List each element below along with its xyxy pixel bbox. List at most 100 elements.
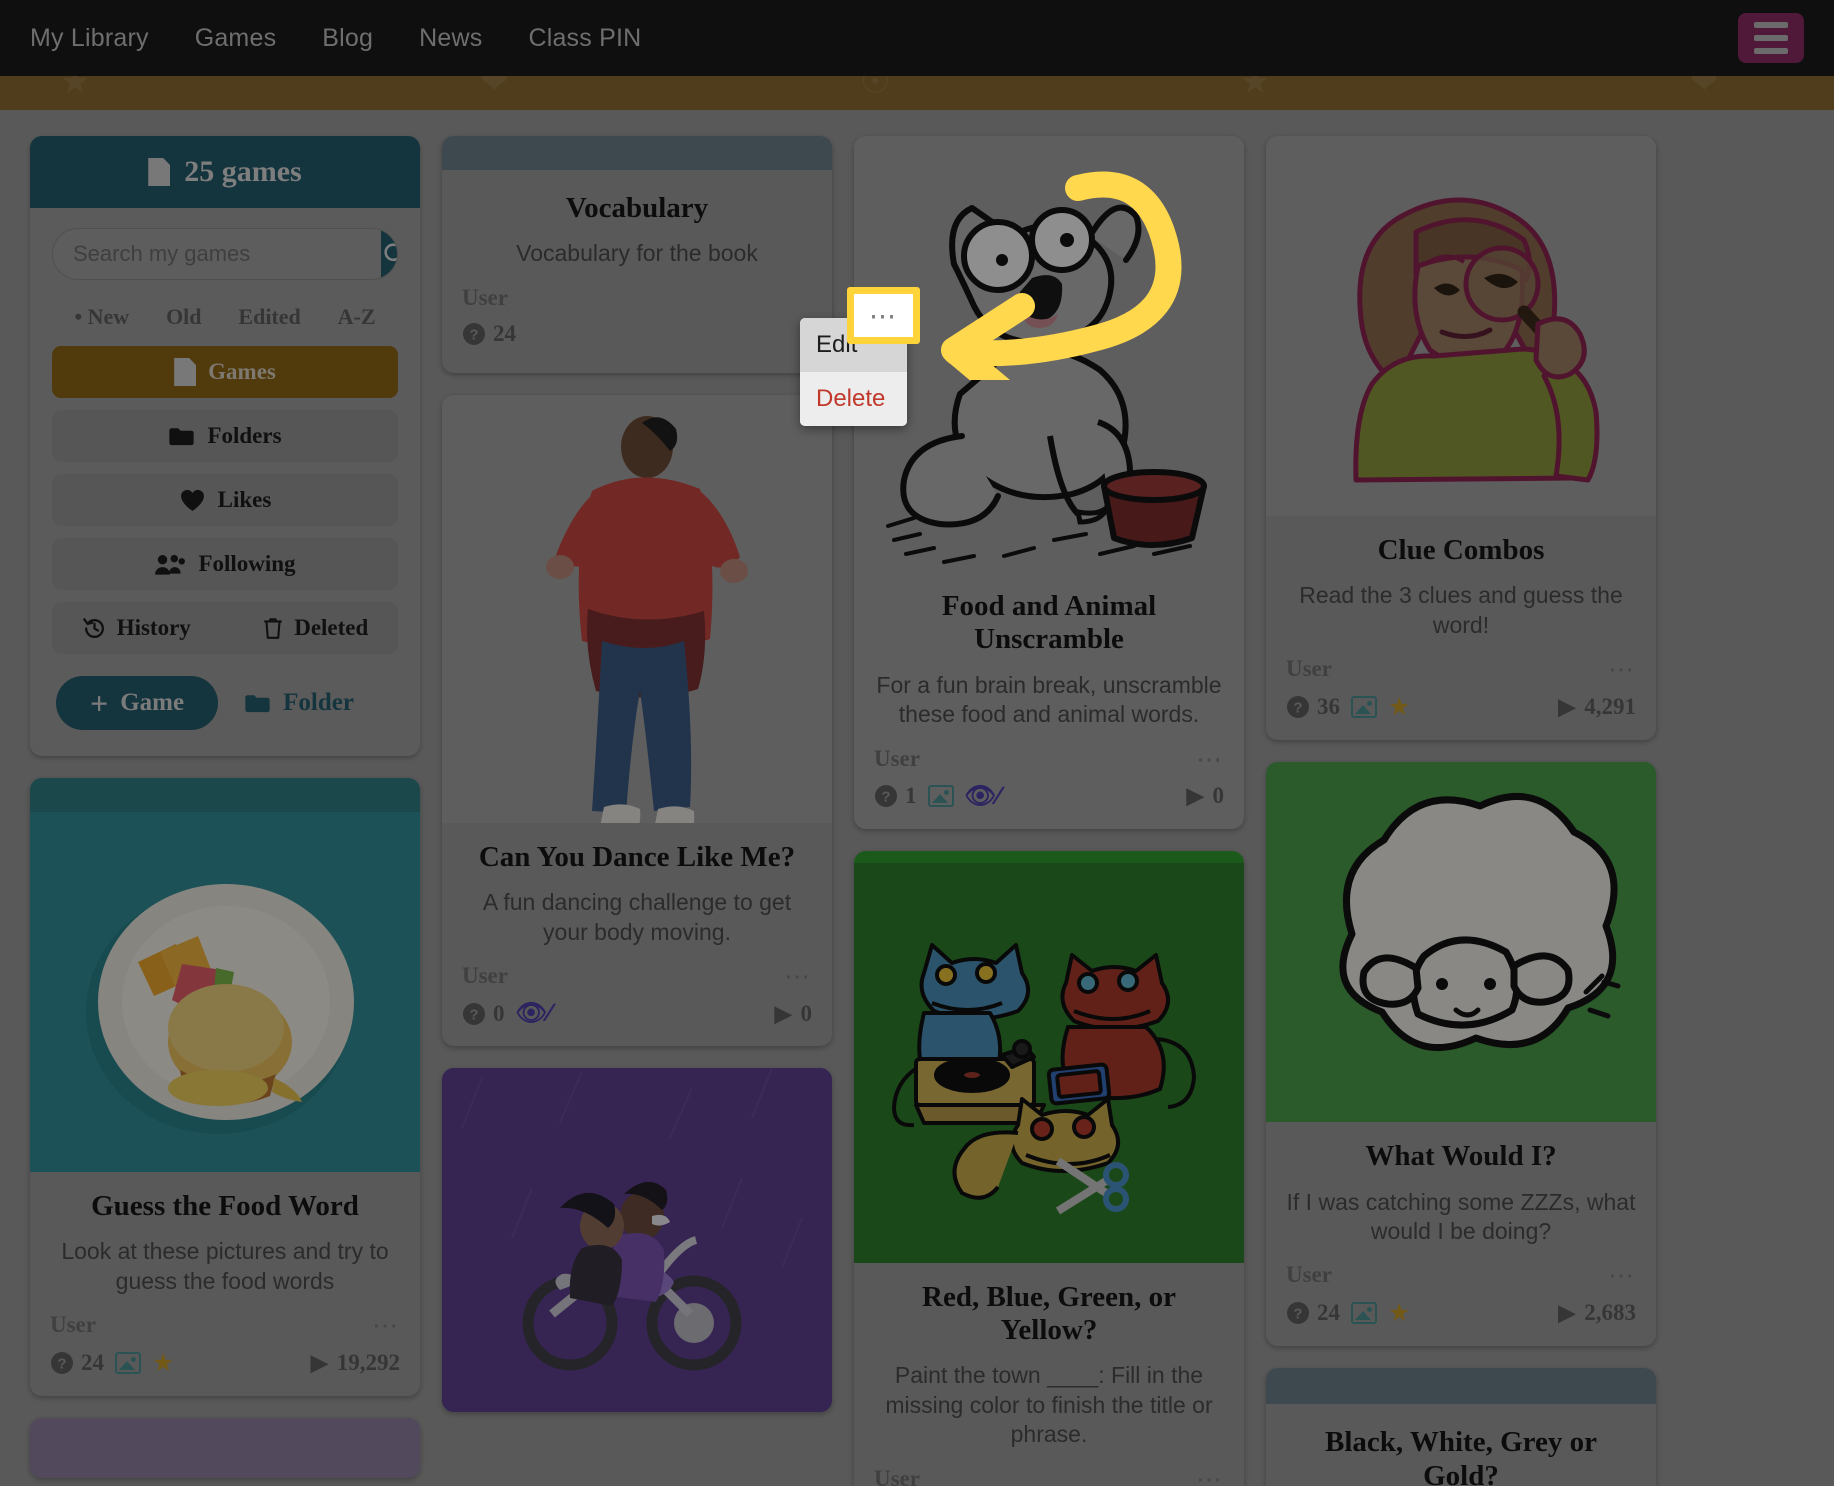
game-card-partial-bottom[interactable] [30, 1418, 420, 1479]
new-game-button[interactable]: + Game [56, 676, 219, 730]
sort-edited[interactable]: Edited [238, 304, 300, 330]
sort-new[interactable]: New [74, 304, 130, 330]
card-author: User [874, 745, 920, 771]
has-images-icon [1351, 696, 1377, 719]
nav-link-news[interactable]: News [419, 24, 482, 53]
card-top-bar [442, 136, 832, 170]
new-folder-button[interactable]: Folder [244, 689, 354, 717]
card-description: Vocabulary for the book [516, 240, 758, 267]
menu-icon-bar [1754, 35, 1788, 41]
sidebar-header: 25 games [30, 136, 420, 208]
sidebar-item-games[interactable]: Games [52, 346, 398, 398]
hamburger-menu-button[interactable] [1738, 13, 1804, 63]
card-top-bar [854, 850, 1244, 863]
star-deco-icon: ★ [60, 76, 91, 101]
top-navigation-bar: My Library Games Blog News Class PIN [0, 0, 1834, 76]
card-title: Can You Dance Like Me? [478, 840, 796, 873]
document-icon [174, 358, 197, 386]
question-circle-icon: ? [463, 1002, 485, 1025]
play-count-value: 2,683 [1584, 1300, 1636, 1326]
game-card-can-you-dance-like-me[interactable]: Can You Dance Like Me? A fun dancing cha… [442, 394, 832, 1046]
sidebar-item-folders[interactable]: Folders [52, 410, 398, 462]
question-circle-icon: ? [875, 785, 897, 808]
heart-deco-icon: ❤ [1690, 76, 1719, 101]
sidebar-item-label: Folders [207, 423, 282, 448]
card-description: If I was catching some ZZZs, what would … [1286, 1188, 1636, 1244]
game-card-what-would-i[interactable]: What Would I? If I was catching some ZZZ… [1266, 762, 1656, 1347]
svg-text:?: ? [1293, 700, 1302, 717]
play-icon: ▶ [1186, 783, 1204, 809]
card-question-count: ? 36 [1286, 694, 1340, 720]
card-description: For a fun brain break, unscramble these … [876, 671, 1222, 728]
card-author: User [1286, 656, 1332, 682]
question-circle-icon: ? [51, 1352, 73, 1375]
search-icon [384, 243, 397, 262]
private-eye-off-icon: 👁∕ [515, 999, 552, 1027]
card-options-button[interactable]: ⋯ [1608, 1262, 1636, 1288]
search-input[interactable] [53, 229, 381, 279]
game-card-vocabulary[interactable]: Vocabulary Vocabulary for the book User … [442, 136, 832, 373]
sort-old[interactable]: Old [166, 304, 201, 330]
nav-link-games[interactable]: Games [195, 24, 277, 53]
sort-options: New Old Edited A-Z [52, 294, 398, 346]
card-title: Vocabulary [565, 192, 709, 224]
card-title: What Would I? [1365, 1140, 1557, 1173]
card-options-button[interactable]: ⋯ [372, 1312, 400, 1338]
column-1: 25 games New Old [30, 136, 420, 1479]
sidebar-item-likes[interactable]: Likes [52, 474, 398, 526]
highlighted-card-options-button[interactable]: ⋯ [847, 287, 920, 344]
question-count-value: 1 [905, 783, 917, 809]
context-menu-delete[interactable]: Delete [800, 372, 907, 426]
card-title: Guess the Food Word [91, 1190, 359, 1222]
card-play-count: ▶ 4,291 [1558, 694, 1636, 720]
sidebar-item-following[interactable]: Following [52, 538, 398, 590]
has-images-icon [115, 1352, 141, 1375]
game-card-black-white-grey-or-gold[interactable]: Black, White, Grey or Gold? [1266, 1368, 1656, 1486]
nav-link-my-library[interactable]: My Library [30, 24, 149, 53]
sidebar-item-history[interactable]: History [82, 615, 191, 641]
sidebar-item-label: Games [208, 359, 276, 384]
play-icon: ▶ [310, 1350, 328, 1376]
sidebar-item-label: Deleted [294, 615, 369, 640]
card-thumbnail-sheep-green [1266, 762, 1656, 1123]
svg-text:?: ? [881, 789, 890, 806]
sidebar-history-deleted-row: History Deleted [52, 602, 398, 654]
card-options-button[interactable]: ⋯ [1196, 1466, 1224, 1486]
game-card-motorbike[interactable] [442, 1068, 832, 1412]
game-card-red-blue-green-or-yellow[interactable]: Red, Blue, Green, or Yellow? Paint the t… [854, 850, 1244, 1486]
card-options-button[interactable]: ⋯ [1196, 746, 1224, 772]
featured-star-icon: ★ [1388, 1299, 1411, 1328]
card-options-button[interactable]: ⋯ [1608, 656, 1636, 682]
card-play-count: ▶ 0 [775, 1001, 812, 1027]
question-circle-icon: ? [1287, 696, 1309, 719]
card-options-button[interactable]: ⋯ [784, 963, 812, 989]
game-card-clue-combos[interactable]: Clue Combos Read the 3 clues and guess t… [1266, 136, 1656, 741]
heart-icon [180, 489, 204, 511]
search-button[interactable] [381, 229, 397, 279]
card-title: Food and Animal Unscramble [941, 590, 1157, 656]
library-sidebar: 25 games New Old [30, 136, 420, 756]
game-card-guess-the-food-word[interactable]: Guess the Food Word Look at these pictur… [30, 778, 420, 1397]
people-icon [155, 554, 186, 575]
card-question-count: ? 24 [50, 1350, 104, 1376]
card-thumbnail-dancer-photo [442, 394, 832, 823]
ellipsis-icon: ⋯ [869, 300, 898, 331]
question-count-value: 24 [493, 320, 516, 346]
has-images-icon [927, 785, 954, 808]
sort-a-z[interactable]: A-Z [338, 304, 376, 330]
sidebar-item-label: History [116, 615, 191, 640]
nav-link-class-pin[interactable]: Class PIN [528, 24, 641, 53]
sidebar-item-deleted[interactable]: Deleted [262, 615, 368, 641]
game-card-food-and-animal-unscramble[interactable]: Food and Animal Unscramble For a fun bra… [854, 136, 1244, 829]
sidebar-item-label: Likes [217, 487, 272, 512]
question-count-value: 0 [493, 1000, 505, 1026]
card-description: Read the 3 clues and guess the word! [1299, 582, 1623, 638]
svg-text:?: ? [57, 1356, 66, 1373]
card-description: Look at these pictures and try to guess … [61, 1238, 389, 1294]
history-icon [82, 617, 104, 638]
decorative-gold-banner: ★ ❤ ☉ ★ ❤ [0, 76, 1834, 110]
question-circle-icon: ? [463, 322, 485, 345]
nav-link-blog[interactable]: Blog [322, 24, 373, 53]
featured-star-icon: ★ [152, 1349, 175, 1378]
card-title: Red, Blue, Green, or Yellow? [922, 1280, 1176, 1346]
